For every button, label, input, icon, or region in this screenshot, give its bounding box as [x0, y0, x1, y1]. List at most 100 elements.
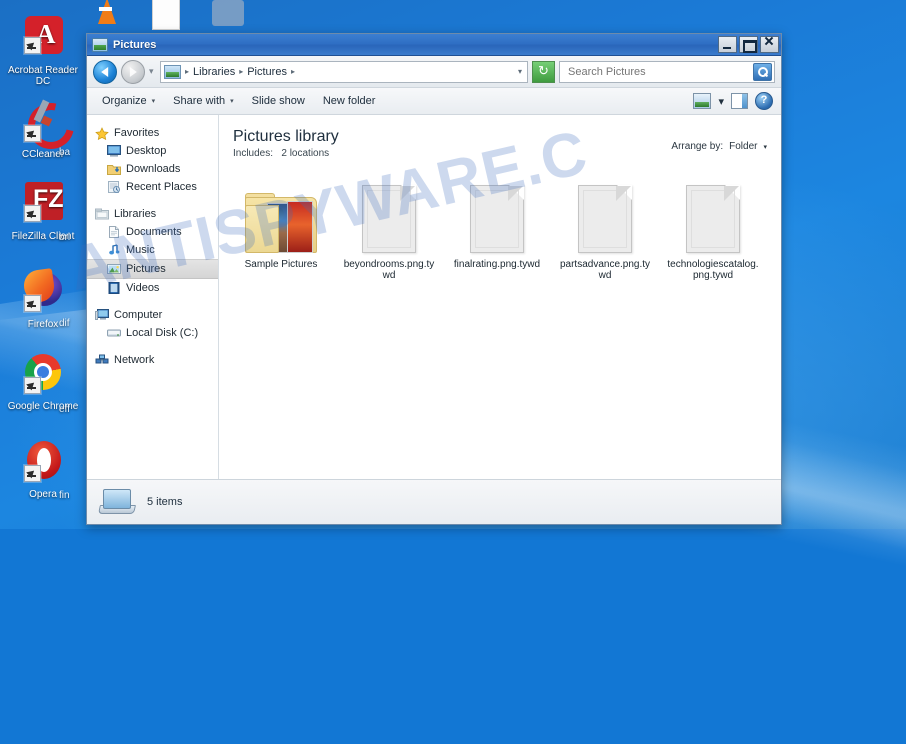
refresh-button[interactable]: ↻: [532, 60, 555, 83]
acrobat-reader-icon: A: [20, 16, 66, 62]
recent-pages-caret-icon[interactable]: ▾: [149, 66, 156, 77]
back-button[interactable]: [93, 59, 117, 84]
library-header: Pictures library Includes: 2 locations A…: [219, 115, 781, 159]
preview-pane-icon[interactable]: [731, 93, 748, 109]
desktop-partial-label-4: fin: [59, 490, 70, 501]
window-titlebar[interactable]: Pictures: [87, 34, 781, 56]
navpane-group-network: Network: [87, 351, 218, 369]
file-item-beyondrooms[interactable]: beyondrooms.png.tywd: [335, 173, 443, 281]
search-icon[interactable]: [753, 62, 772, 81]
desktop-icon-google-chrome[interactable]: Google Chrome: [4, 352, 82, 412]
desktop-partial-label-2: dif: [59, 318, 70, 329]
recent-places-icon: [107, 180, 121, 194]
chevron-down-icon[interactable]: ▾: [763, 143, 767, 151]
sidebar-label: Libraries: [114, 208, 157, 220]
computer-status-icon: [98, 488, 136, 516]
share-with-button[interactable]: Share with ▾: [164, 92, 243, 110]
sidebar-label: Desktop: [126, 145, 167, 157]
search-input[interactable]: [566, 64, 753, 79]
document-file-icon[interactable]: [152, 0, 180, 30]
slide-show-button[interactable]: Slide show: [243, 92, 314, 110]
maximize-button[interactable]: [739, 36, 758, 53]
ccleaner-icon: [19, 94, 83, 158]
file-label: Sample Pictures: [244, 259, 318, 270]
sidebar-label: Favorites: [114, 127, 160, 139]
page-title: Pictures library: [233, 128, 339, 145]
status-bar: 5 items: [87, 479, 781, 524]
new-folder-label: New folder: [322, 95, 376, 107]
file-label: beyondrooms.png.tywd: [343, 259, 435, 281]
file-label: technologiescatalog.png.tywd: [667, 259, 759, 281]
file-item-partsadvance[interactable]: partsadvance.png.tywd: [551, 173, 659, 281]
file-item-sample-pictures[interactable]: Sample Pictures: [227, 173, 335, 281]
minimize-button[interactable]: [718, 36, 737, 53]
breadcrumb-libraries[interactable]: Libraries: [193, 66, 235, 78]
search-box[interactable]: [559, 60, 775, 83]
desktop-icon-label: Opera: [29, 489, 57, 500]
desktop-icon-firefox[interactable]: Firefox: [4, 268, 82, 330]
file-grid: Sample Pictures beyondrooms.png.tywd fin…: [219, 159, 781, 281]
documents-icon: [107, 225, 121, 239]
sidebar-item-network[interactable]: Network: [87, 351, 218, 369]
address-dropdown-caret-icon[interactable]: ▾: [518, 67, 524, 76]
desktop-icon-label: Google Chrome: [7, 401, 79, 412]
sidebar-label: Music: [126, 244, 155, 256]
new-folder-button[interactable]: New folder: [314, 92, 385, 110]
library-icon: [164, 64, 181, 79]
navpane-group-favorites: Favorites Desktop Downloads Recent Place…: [87, 124, 218, 196]
address-bar[interactable]: ▸ Libraries ▸ Pictures ▸ ▾: [160, 60, 528, 83]
breadcrumb-separator-icon: ▸: [239, 67, 244, 76]
includes-label: Includes:: [233, 148, 274, 159]
organize-button[interactable]: Organize ▾: [93, 92, 164, 110]
slide-show-label: Slide show: [251, 95, 305, 107]
vlc-cone-icon[interactable]: [92, 0, 118, 28]
sidebar-item-videos[interactable]: Videos: [87, 279, 218, 297]
library-includes: Includes: 2 locations: [233, 148, 339, 159]
opera-icon: [20, 440, 66, 486]
desktop-partial-label-1: bri: [59, 232, 71, 243]
google-chrome-icon: [20, 352, 66, 398]
sidebar-item-computer[interactable]: Computer: [87, 306, 218, 324]
firefox-icon: [20, 268, 66, 316]
sidebar-item-documents[interactable]: Documents: [87, 223, 218, 241]
arrange-by-value[interactable]: Folder: [729, 141, 757, 152]
generic-file-icon: [335, 173, 443, 253]
file-list-pane[interactable]: Pictures library Includes: 2 locations A…: [219, 115, 781, 479]
desktop-icon-ccleaner[interactable]: CCleaner: [4, 94, 83, 160]
change-view-icon[interactable]: [693, 93, 712, 109]
pictures-folder-icon: [92, 37, 108, 52]
file-item-finalrating[interactable]: finalrating.png.tywd: [443, 173, 551, 281]
desktop-icon-acrobat-reader[interactable]: A Acrobat Reader DC: [4, 16, 82, 87]
file-item-technologiescatalog[interactable]: technologiescatalog.png.tywd: [659, 173, 767, 281]
sidebar-item-recent-places[interactable]: Recent Places: [87, 178, 218, 196]
forward-button[interactable]: [121, 59, 145, 84]
sidebar-label: Videos: [126, 282, 160, 294]
shield-icon[interactable]: [212, 0, 244, 26]
sidebar-item-libraries[interactable]: Libraries: [87, 205, 218, 223]
sidebar-item-music[interactable]: Music: [87, 241, 218, 259]
desktop-icon-filezilla[interactable]: FZ FileZilla Client: [4, 182, 82, 242]
generic-file-icon: [659, 173, 767, 253]
chevron-down-icon[interactable]: ▾: [718, 95, 724, 108]
desktop-partial-label-0: ba: [59, 147, 71, 158]
help-icon[interactable]: ?: [755, 92, 773, 110]
window-controls: [718, 36, 779, 53]
network-icon: [95, 354, 109, 367]
sidebar-label: Local Disk (C:): [126, 327, 199, 339]
arrange-by: Arrange by: Folder ▾: [671, 127, 767, 152]
sidebar-item-downloads[interactable]: Downloads: [87, 160, 218, 178]
sidebar-item-desktop[interactable]: Desktop: [87, 142, 218, 160]
desktop-icon-opera[interactable]: Opera: [4, 440, 82, 500]
sidebar-label: Pictures: [126, 263, 166, 275]
sidebar-item-local-disk-c[interactable]: Local Disk (C:): [87, 324, 218, 342]
close-button[interactable]: [760, 36, 779, 53]
window-title: Pictures: [113, 38, 157, 51]
generic-file-icon: [551, 173, 659, 253]
desktop-icon-label: FileZilla Client: [11, 231, 75, 242]
sidebar-item-pictures[interactable]: Pictures: [87, 259, 218, 279]
videos-icon: [107, 281, 121, 295]
file-label: finalrating.png.tywd: [453, 259, 541, 270]
includes-value[interactable]: 2 locations: [281, 148, 329, 159]
sidebar-item-favorites[interactable]: Favorites: [87, 124, 218, 142]
breadcrumb-pictures[interactable]: Pictures: [247, 66, 287, 78]
